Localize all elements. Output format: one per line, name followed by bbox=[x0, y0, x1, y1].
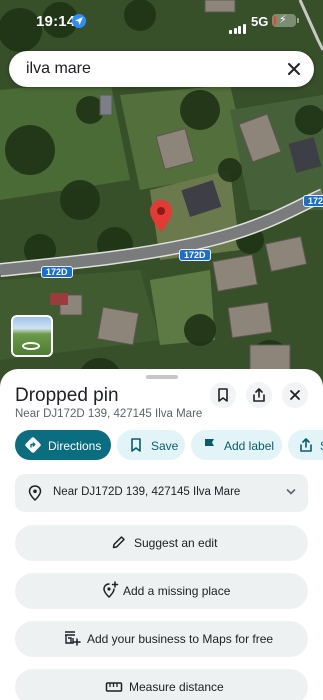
save-place-button[interactable] bbox=[210, 382, 236, 408]
place-title: Dropped pin bbox=[15, 385, 119, 406]
bookmark-icon bbox=[218, 388, 228, 402]
suggest-edit-button[interactable]: Suggest an edit bbox=[15, 525, 308, 561]
pencil-icon bbox=[112, 536, 125, 549]
action-chips: Directions Save Add label S bbox=[15, 430, 323, 462]
road-label: 172D bbox=[41, 266, 73, 278]
measure-distance-label: Measure distance bbox=[129, 680, 224, 694]
share-icon bbox=[253, 388, 265, 402]
location-arrow-icon bbox=[72, 14, 86, 28]
network-type: 5G bbox=[251, 14, 269, 29]
status-bar: 19:14 5G ⚡ bbox=[0, 0, 323, 44]
add-business-label: Add your business to Maps for free bbox=[87, 632, 274, 646]
map-pin-icon bbox=[150, 200, 172, 232]
share-button[interactable] bbox=[246, 382, 272, 408]
add-place-icon bbox=[103, 581, 119, 599]
street-view-thumbnail[interactable] bbox=[11, 315, 53, 357]
close-icon[interactable] bbox=[284, 59, 304, 79]
chevron-down-icon[interactable] bbox=[286, 488, 296, 496]
share-icon bbox=[300, 438, 312, 452]
measure-distance-button[interactable]: Measure distance bbox=[15, 669, 308, 700]
ruler-icon bbox=[105, 682, 123, 692]
directions-icon bbox=[25, 437, 41, 453]
search-bar[interactable]: ilva mare bbox=[9, 51, 314, 87]
address-text: Near DJ172D 139, 427145 Ilva Mare bbox=[53, 486, 241, 498]
search-input[interactable]: ilva mare bbox=[26, 60, 91, 78]
add-missing-place-button[interactable]: Add a missing place bbox=[15, 573, 308, 609]
add-business-icon bbox=[65, 631, 81, 646]
add-business-button[interactable]: Add your business to Maps for free bbox=[15, 621, 308, 657]
location-pin-icon bbox=[28, 485, 42, 501]
add-missing-place-label: Add a missing place bbox=[123, 584, 231, 598]
suggest-edit-label: Suggest an edit bbox=[134, 536, 218, 550]
share-chip-button[interactable]: S bbox=[288, 430, 323, 460]
directions-button[interactable]: Directions bbox=[15, 430, 111, 460]
road-label: 172D bbox=[179, 249, 211, 261]
address-row[interactable]: Near DJ172D 139, 427145 Ilva Mare bbox=[15, 474, 308, 512]
save-button[interactable]: Save bbox=[117, 430, 185, 460]
street-view-icon bbox=[22, 342, 40, 350]
add-label-label: Add label bbox=[224, 439, 275, 453]
add-label-button[interactable]: Add label bbox=[191, 430, 282, 460]
close-icon bbox=[290, 390, 300, 400]
place-subtitle: Near DJ172D 139, 427145 Ilva Mare bbox=[15, 408, 203, 420]
status-time: 19:14 bbox=[36, 13, 76, 30]
place-sheet: Dropped pin Near DJ172D 139, 427145 Ilva… bbox=[0, 369, 323, 700]
road-label: 172D bbox=[303, 195, 323, 207]
battery-charging-icon: ⚡ bbox=[272, 14, 299, 27]
directions-label: Directions bbox=[48, 439, 102, 453]
save-label: Save bbox=[151, 439, 179, 453]
signal-icon bbox=[229, 16, 247, 34]
close-sheet-button[interactable] bbox=[282, 382, 308, 408]
flag-icon bbox=[205, 439, 214, 452]
sheet-drag-handle[interactable] bbox=[146, 375, 178, 379]
bookmark-icon bbox=[131, 438, 141, 452]
